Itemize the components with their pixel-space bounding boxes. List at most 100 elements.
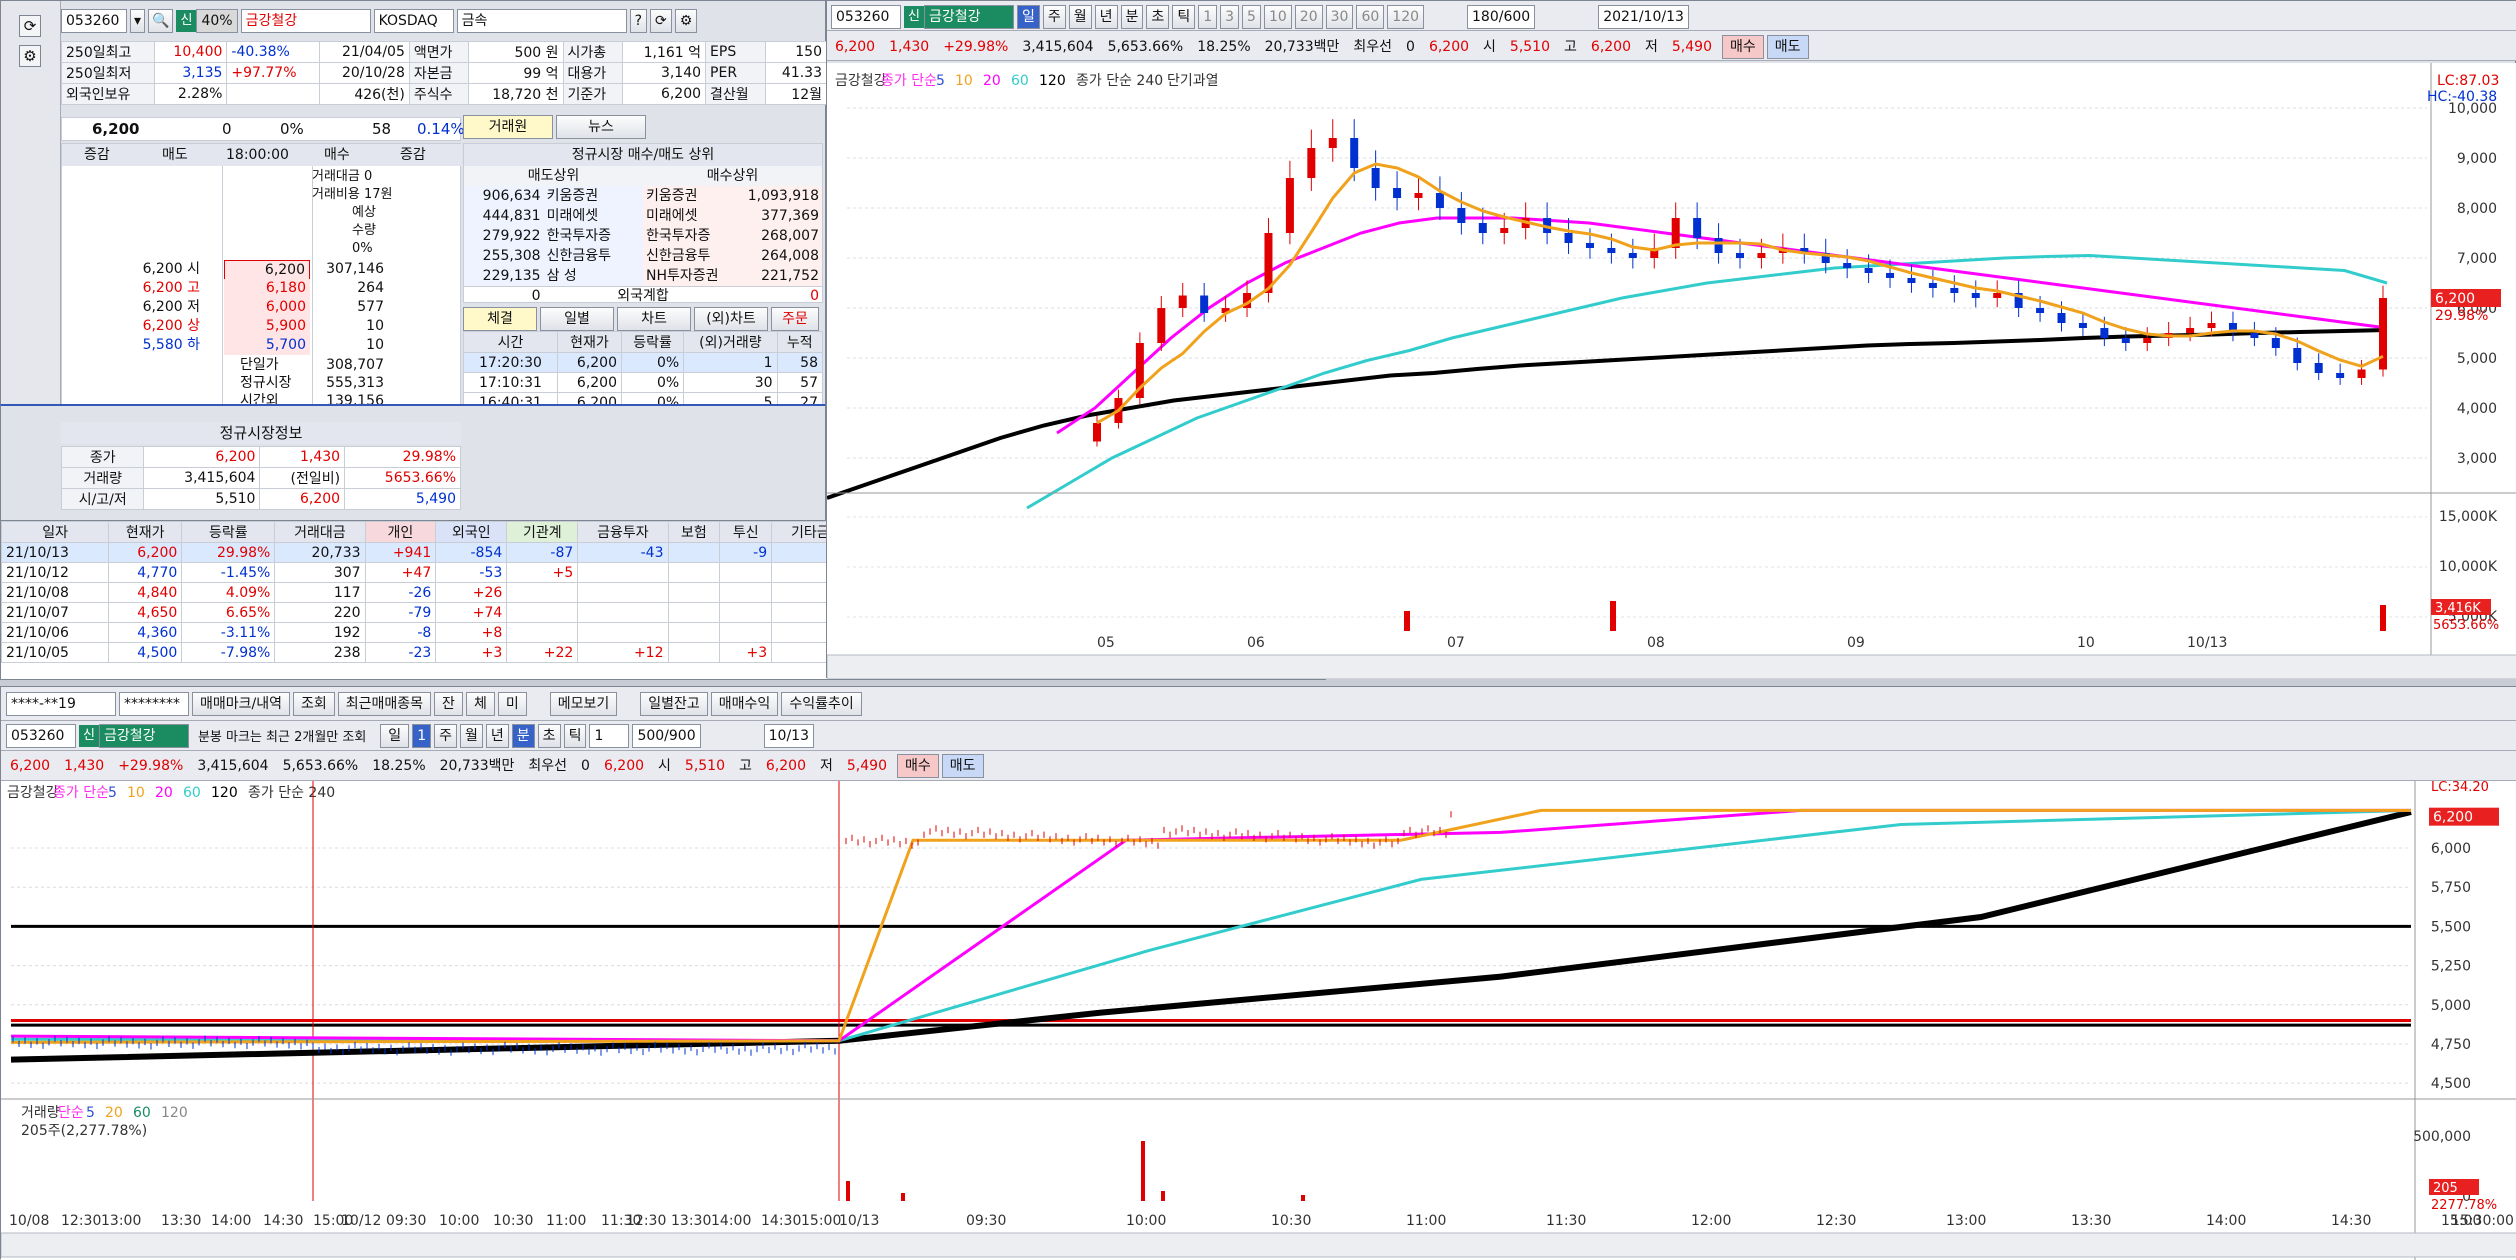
interval-7[interactable]: 120 — [1387, 5, 1425, 29]
trade-btn-1[interactable]: 조회 — [293, 692, 335, 716]
period-1[interactable]: 주 — [1042, 5, 1066, 29]
intraday-period-4[interactable]: 초 — [537, 724, 561, 748]
period-0[interactable]: 일 — [1016, 5, 1040, 29]
stock-code-input[interactable]: 053260 — [61, 9, 127, 33]
y-tick: 9,000 — [2457, 151, 2497, 167]
investor-cell — [667, 562, 721, 583]
period-6[interactable]: 틱 — [1172, 5, 1196, 29]
date-input[interactable]: 2021/10/13 — [1598, 5, 1689, 29]
tick-tab-4[interactable]: 주문 — [771, 307, 819, 331]
book-head-1: 매도 — [162, 147, 188, 163]
interval-3[interactable]: 10 — [1263, 5, 1292, 29]
tick-tab-0[interactable]: 체결 — [463, 307, 537, 331]
intraday-x-tick: 15:30:00 — [2451, 1213, 2514, 1229]
intraday-period-2[interactable]: 년 — [485, 724, 509, 748]
buy-button[interactable]: 매수 — [896, 754, 939, 778]
broker-row[interactable]: 255,308 신한금융투 신한금융투 264,008 — [464, 246, 822, 266]
candle — [1457, 208, 1466, 223]
broker-row[interactable]: 229,135 삼 성 NH투자증권 221,752 — [464, 266, 822, 286]
intraday-code-input[interactable]: 053260 — [6, 724, 76, 748]
intraday-period-0[interactable]: 주 — [434, 724, 457, 748]
refresh-icon[interactable]: ⟳ — [19, 15, 41, 37]
tick-tab-2[interactable]: 차트 — [617, 307, 691, 331]
scrollbar[interactable] — [827, 654, 2516, 679]
broker-cell: 신한금융투 — [543, 246, 643, 266]
settings-icon[interactable]: ⚙ — [19, 45, 41, 67]
info-cell: -40.38% — [226, 41, 321, 63]
quote-o: 5,510 — [1509, 39, 1551, 55]
intraday-chart[interactable]: 금강철강종가 단순 5 10 20 60 120 종가 단순 2406,0005,7505,… — [1, 781, 2516, 1260]
period-4[interactable]: 분 — [1120, 5, 1144, 29]
help-icon[interactable]: ? — [629, 9, 647, 33]
trade-btn-9[interactable]: 수익률추이 — [781, 692, 862, 716]
intraday-price-tag-text: 6,200 — [2433, 810, 2473, 826]
quote-amt: 20,733백만 — [1264, 39, 1340, 55]
intraday-period-1[interactable]: 월 — [460, 724, 483, 748]
intraday-date[interactable]: 10/13 — [763, 724, 814, 748]
interval-6[interactable]: 60 — [1356, 5, 1385, 29]
reload-icon[interactable]: ⟳ — [650, 9, 672, 33]
book-row[interactable]: 6,200 상 5,900 10 — [62, 317, 462, 336]
intraday-x-tick: 11:00 — [1406, 1213, 1446, 1229]
tab-news[interactable]: 뉴스 — [556, 115, 646, 139]
intraday-x-tick: 10:00 — [1126, 1213, 1166, 1229]
interval-2[interactable]: 5 — [1242, 5, 1261, 29]
sell-button[interactable]: 매도 — [1766, 35, 1809, 59]
book-row[interactable]: 5,580 하 5,700 10 — [62, 336, 462, 355]
quote-p1: 6,200 — [603, 758, 645, 774]
period-day[interactable]: 일 — [380, 724, 410, 748]
trade-btn-3[interactable]: 잔 — [434, 692, 463, 716]
trade-btn-5[interactable]: 미 — [497, 692, 527, 716]
trade-btn-6[interactable]: 메모보기 — [549, 692, 618, 716]
tab-broker[interactable]: 거래원 — [463, 115, 553, 139]
candle — [1350, 138, 1359, 168]
period-3[interactable]: 년 — [1094, 5, 1118, 29]
legend-item: 종가 단순 — [881, 73, 937, 89]
password-input[interactable]: ******** — [119, 692, 189, 716]
investor-cell: 238 — [274, 642, 366, 663]
info-cell — [226, 83, 321, 105]
tick-cell: 58 — [776, 352, 824, 373]
intraday-period-3[interactable]: 분 — [511, 724, 535, 748]
period-2[interactable]: 월 — [1068, 5, 1092, 29]
search-icon[interactable]: 🔍 — [148, 9, 174, 33]
intraday-x-tick: 12:30 — [626, 1213, 666, 1229]
trade-btn-0[interactable]: 매매마크/내역 — [192, 692, 290, 716]
broker-row[interactable]: 279,922 한국투자증 한국투자증 268,007 — [464, 226, 822, 246]
count-input[interactable]: 180/600 — [1467, 5, 1536, 29]
broker-row[interactable]: 906,634 키움증권 키움증권 1,093,918 — [464, 186, 822, 206]
book-row[interactable]: 6,200 저 6,000 577 — [62, 298, 462, 317]
tick-tab-1[interactable]: 일별 — [540, 307, 614, 331]
daily-chart[interactable]: 금강철강종가 단순 5 10 20 60 120 종가 단순 240 단기과열10,0009,… — [827, 63, 2516, 679]
book-row[interactable]: 6,200 고 6,180 264 — [62, 279, 462, 298]
investor-cell: +12 — [577, 642, 669, 663]
investor-cell: -7.98% — [181, 642, 276, 663]
sell-button[interactable]: 매도 — [941, 754, 984, 778]
trade-btn-7[interactable]: 일별잔고 — [640, 692, 708, 716]
intraday-scrollbar[interactable] — [1, 1232, 2516, 1258]
candle — [1478, 223, 1487, 233]
period-num[interactable]: 1 — [412, 724, 432, 748]
trade-btn-2[interactable]: 최근매매종목 — [337, 692, 432, 716]
gear-icon[interactable]: ⚙ — [674, 9, 698, 33]
info-cell: 주식수 — [408, 83, 470, 105]
interval-4[interactable]: 20 — [1294, 5, 1323, 29]
chart-code-input[interactable]: 053260 — [831, 5, 901, 29]
tick-input[interactable]: 1 — [589, 724, 630, 748]
intraday-period-5[interactable]: 틱 — [563, 724, 587, 748]
trade-btn-8[interactable]: 매매수익 — [710, 692, 779, 716]
intraday-count[interactable]: 500/900 — [632, 724, 701, 748]
book-row[interactable]: 6,200 시 6,200 307,146 — [62, 260, 462, 281]
interval-0[interactable]: 1 — [1198, 5, 1218, 29]
info-cell: 기준가 — [562, 83, 624, 105]
candle — [2357, 369, 2366, 378]
account-input[interactable]: ****-**19 — [6, 692, 116, 716]
trade-btn-4[interactable]: 체 — [465, 692, 495, 716]
interval-5[interactable]: 30 — [1325, 5, 1354, 29]
interval-1[interactable]: 3 — [1220, 5, 1240, 29]
broker-row[interactable]: 444,831 미래에셋 미래에셋 377,369 — [464, 206, 822, 226]
dropdown-icon[interactable]: ▾ — [130, 9, 146, 33]
period-5[interactable]: 초 — [1146, 5, 1170, 29]
tick-tab-3[interactable]: (외)차트 — [694, 307, 768, 331]
buy-button[interactable]: 매수 — [1721, 35, 1764, 59]
